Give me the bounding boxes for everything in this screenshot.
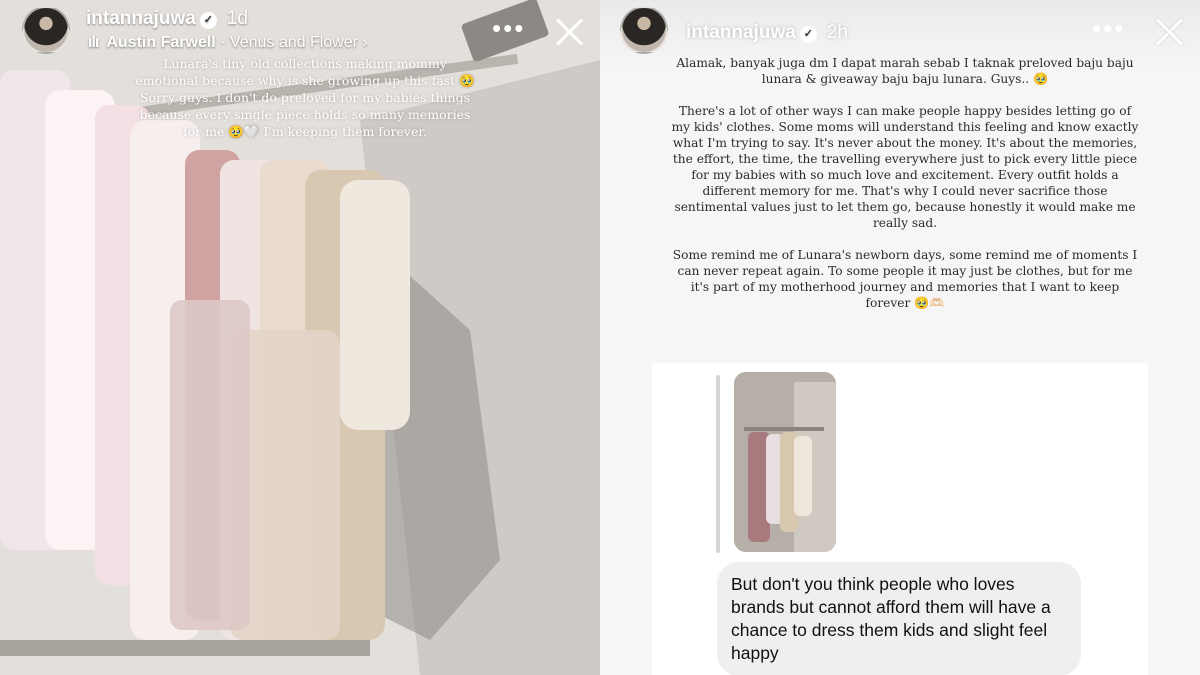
post-time: 1d: [226, 8, 248, 29]
more-icon[interactable]: •••: [492, 15, 525, 41]
more-icon[interactable]: •••: [1092, 15, 1125, 41]
verified-icon: ✓: [799, 26, 817, 43]
username-text[interactable]: intannajuwa: [686, 22, 796, 43]
story-left: intannajuwa ✓ 1d ılı Austin Farwell · Venus…: [0, 0, 600, 675]
caption-line: Lunara's tiny old collections making mom…: [163, 56, 447, 71]
username[interactable]: intannajuwa ✓ 2h: [686, 22, 848, 44]
story-right: intannajuwa ✓ 2h ••• Alamak, banyak juga d…: [600, 0, 1200, 675]
message-paragraph: Alamak, banyak juga dm I dapat marah seb…: [676, 56, 1134, 86]
caption-line: Sorry guys. I don't do preloved for my b…: [139, 90, 471, 105]
post-time: 2h: [826, 22, 848, 43]
music-bars-icon: ılı: [88, 34, 99, 51]
caption-line: because every single piece holds so many…: [139, 107, 471, 122]
message-paragraph: Some remind me of Lunara's newborn days,…: [672, 248, 1138, 310]
caption-line: for me 🥹🤍 I'm keeping them forever.: [183, 124, 427, 139]
verified-icon: ✓: [199, 12, 217, 29]
avatar[interactable]: [620, 6, 668, 54]
username-text[interactable]: intannajuwa: [86, 8, 196, 29]
reply-indicator: [716, 375, 720, 553]
story-reply-thumbnail[interactable]: [734, 372, 836, 552]
story-message: Alamak, banyak juga dm I dapat marah seb…: [670, 55, 1140, 327]
music-song: Venus and Flower: [229, 34, 358, 51]
username[interactable]: intannajuwa ✓ 1d: [86, 8, 248, 30]
music-artist: Austin Farwell: [106, 34, 216, 51]
reply-message-bubble: But don't you think people who loves bra…: [717, 562, 1081, 675]
close-icon[interactable]: [552, 14, 586, 48]
caption-line: emotional because why is she growing up …: [135, 73, 475, 88]
avatar[interactable]: [22, 6, 70, 54]
music-track[interactable]: ılı Austin Farwell · Venus and Flower ›: [88, 34, 368, 52]
story-caption: Lunara's tiny old collections making mom…: [110, 55, 500, 140]
chevron-right-icon: ›: [362, 34, 368, 51]
message-paragraph: There's a lot of other ways I can make p…: [671, 104, 1139, 230]
close-icon[interactable]: [1152, 14, 1186, 48]
